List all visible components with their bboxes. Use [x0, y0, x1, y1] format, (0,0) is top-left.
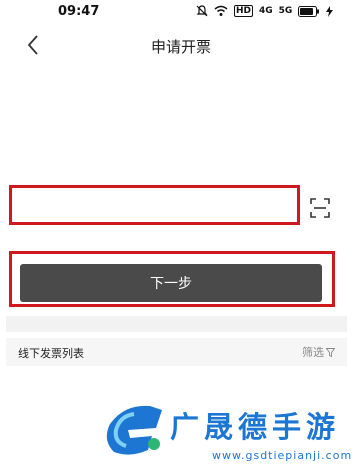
filter-icon — [326, 347, 335, 357]
offline-invoice-list-header: 线下发票列表 筛选 — [6, 338, 347, 366]
watermark-url: www.gsdtiepianji.com — [212, 449, 353, 462]
status-bar: 09:47 HD 4G 5G — [0, 0, 362, 24]
next-button-highlight: 下一步 — [9, 251, 335, 307]
watermark-logo-icon — [106, 405, 162, 455]
next-step-button[interactable]: 下一步 — [20, 264, 322, 302]
status-icons: HD 4G 5G — [196, 5, 334, 17]
charging-icon — [326, 5, 334, 17]
signal-5g-icon: 5G — [278, 6, 293, 16]
status-time: 09:47 — [58, 4, 100, 19]
page-title: 申请开票 — [150, 38, 211, 56]
section-divider — [6, 316, 347, 332]
nav-bar: 申请开票 — [0, 26, 362, 64]
invoice-code-field[interactable] — [9, 185, 300, 225]
filter-button[interactable]: 筛选 — [302, 344, 335, 360]
mute-icon — [196, 5, 208, 17]
signal-4g-icon: 4G — [259, 6, 273, 16]
wifi-icon — [214, 5, 228, 16]
hd-icon: HD — [234, 5, 254, 17]
scan-icon[interactable] — [308, 196, 332, 220]
offline-invoice-list-title: 线下发票列表 — [18, 347, 84, 360]
invoice-code-input[interactable] — [12, 188, 297, 222]
watermark: 广晟德手游 www.gsdtiepianji.com — [100, 396, 362, 473]
watermark-name: 广晟德手游 — [170, 410, 341, 444]
filter-label: 筛选 — [302, 346, 324, 359]
battery-icon — [298, 5, 320, 17]
